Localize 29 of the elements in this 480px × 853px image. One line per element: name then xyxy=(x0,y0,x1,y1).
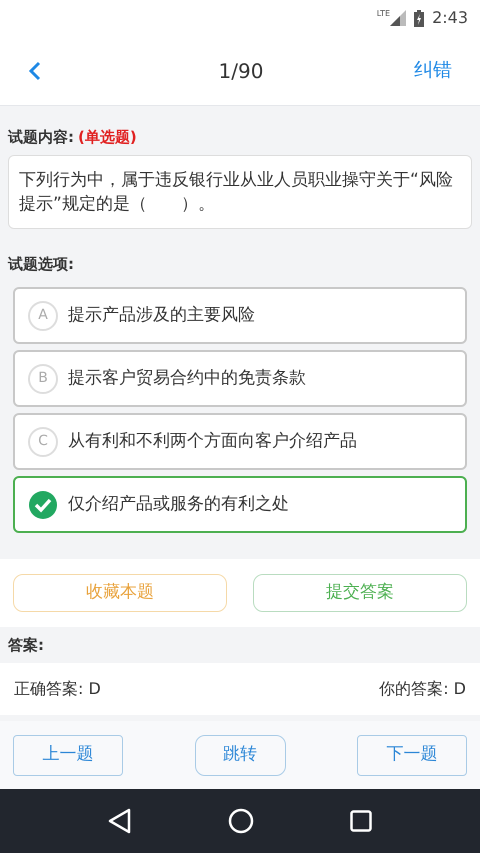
battery-icon xyxy=(414,10,424,26)
option-letter: A xyxy=(28,300,58,330)
question-text: 下列行为中，属于违反银行业从业人员职业操守关于“风险提示”规定的是（ ）。 xyxy=(8,154,472,228)
report-error-link[interactable]: 纠错 xyxy=(414,56,452,85)
answer-option[interactable]: B 提示客户贸易合约中的免责条款 xyxy=(13,350,467,407)
next-button[interactable]: 下一题 xyxy=(357,734,467,776)
home-icon[interactable] xyxy=(228,808,254,834)
answer-option[interactable]: 仅介绍产品或服务的有利之处 xyxy=(13,476,467,533)
section-label: 试题选项: xyxy=(8,254,75,274)
recents-icon[interactable] xyxy=(350,810,372,832)
check-icon xyxy=(28,490,58,520)
question-type: (单选题) xyxy=(78,127,137,148)
option-letter: B xyxy=(28,364,58,394)
correct-answer: 正确答案: D xyxy=(14,678,101,700)
submit-button[interactable]: 提交答案 xyxy=(253,574,467,612)
answer-option[interactable]: A 提示产品涉及的主要风险 xyxy=(13,287,467,344)
answer-option[interactable]: C 从有利和不利两个方面向客户介绍产品 xyxy=(13,413,467,470)
answer-label: 答案: xyxy=(7,634,45,656)
clock: 2:43 xyxy=(432,7,468,29)
page-title: 1/90 xyxy=(218,58,264,84)
favorite-button[interactable]: 收藏本题 xyxy=(13,574,227,612)
signal-icon xyxy=(390,10,406,26)
previous-button[interactable]: 上一题 xyxy=(13,734,123,776)
back-nav-icon[interactable] xyxy=(108,808,132,834)
your-answer: 你的答案: D xyxy=(379,678,466,700)
section-label: 试题内容: xyxy=(8,127,74,148)
jump-button[interactable]: 跳转 xyxy=(194,734,286,776)
network-type: LTE xyxy=(376,10,390,18)
option-letter: C xyxy=(28,426,58,456)
